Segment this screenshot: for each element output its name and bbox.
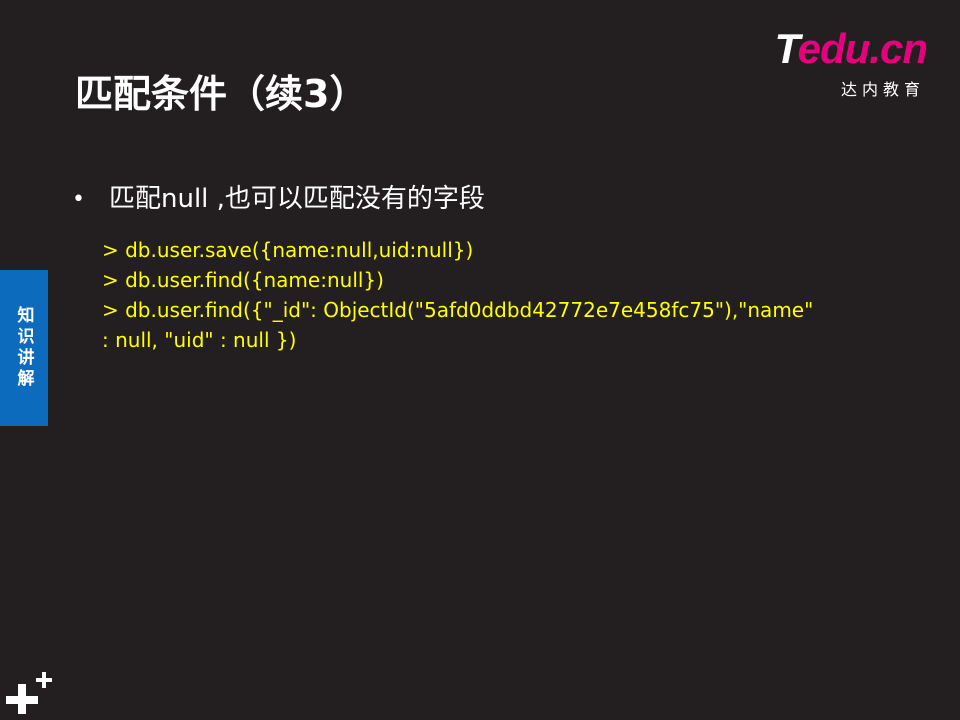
section-tab-label: 知识讲解 bbox=[13, 306, 34, 390]
bullet-marker: • bbox=[72, 186, 85, 212]
code-example: > db.user.save({name:null,uid:null}) > d… bbox=[102, 235, 822, 355]
slide-title: 匹配条件（续3） bbox=[75, 72, 368, 116]
bullet-point: • 匹配null ,也可以匹配没有的字段 bbox=[72, 183, 485, 217]
logo-subtitle: 达内教育 bbox=[840, 80, 925, 99]
logo-domain: edu.cn bbox=[797, 25, 928, 72]
plus-icon bbox=[6, 672, 52, 714]
code-line-find-result: > db.user.find({"_id": ObjectId("5afd0dd… bbox=[102, 298, 814, 352]
section-tab: 知识讲解 bbox=[0, 270, 48, 426]
tedu-logo: Tedu.cn 达内教育 bbox=[749, 25, 928, 100]
bullet-text: 匹配null ,也可以匹配没有的字段 bbox=[108, 184, 485, 214]
code-line-find-name: > db.user.find({name:null}) bbox=[102, 268, 384, 292]
logo-wordmark: Tedu.cn bbox=[774, 25, 928, 72]
logo-letter-t: T bbox=[774, 25, 799, 72]
code-line-save: > db.user.save({name:null,uid:null}) bbox=[102, 238, 474, 262]
